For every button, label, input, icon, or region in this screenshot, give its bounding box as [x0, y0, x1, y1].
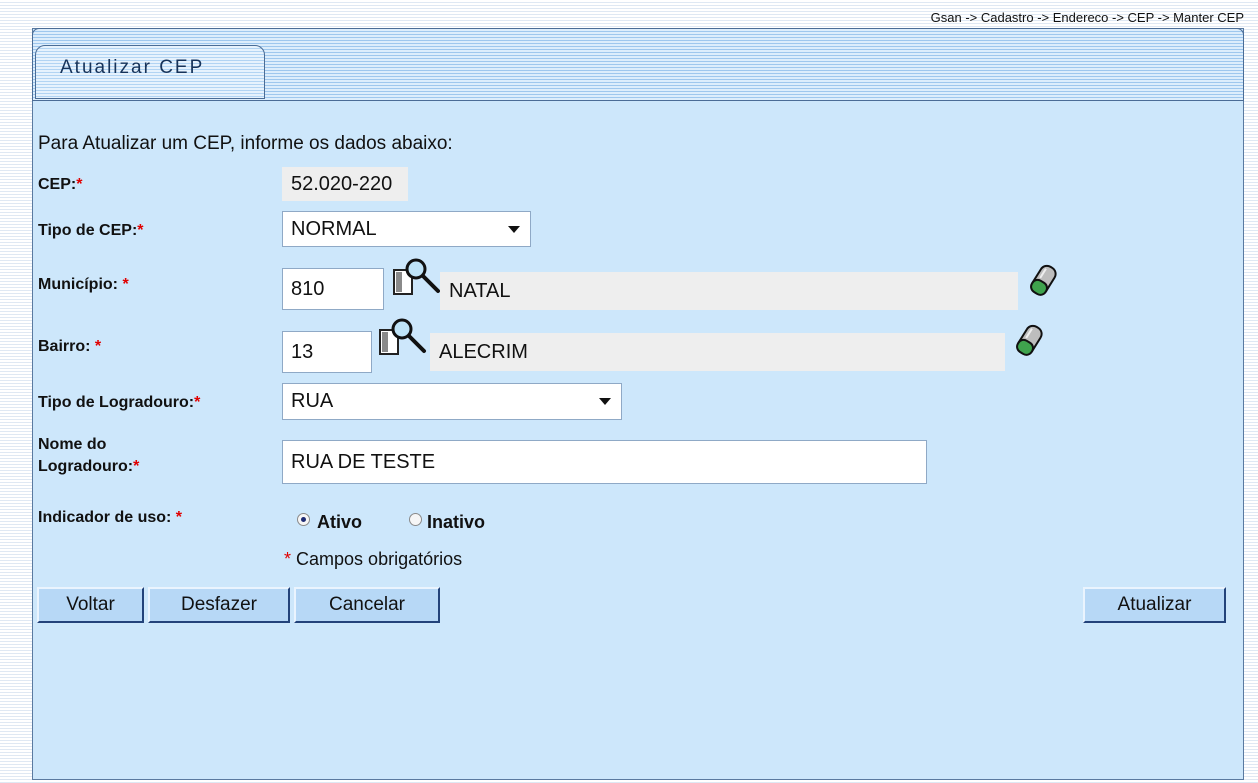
- breadcrumb: Gsan -> Cadastro -> Endereco -> CEP -> M…: [930, 10, 1244, 25]
- tipo-cep-select[interactable]: NORMAL: [282, 211, 531, 247]
- chevron-down-icon: [599, 398, 611, 405]
- nome-logradouro-input[interactable]: RUA DE TESTE: [282, 440, 927, 484]
- indicador-uso-label: Indicador de uso: *: [38, 509, 183, 526]
- chevron-down-icon: [508, 225, 520, 233]
- bairro-code-input[interactable]: 13: [282, 331, 372, 373]
- nome-logradouro-label: Nome do Logradouro:*: [38, 436, 140, 475]
- page-title: Atualizar CEP: [60, 57, 205, 78]
- tipo-cep-value: NORMAL: [291, 217, 377, 240]
- search-icon[interactable]: [378, 318, 428, 358]
- tipo-cep-label: Tipo de CEP:*: [38, 222, 144, 239]
- tipo-logradouro-value: RUA: [291, 390, 334, 412]
- bairro-name-field: ALECRIM: [430, 333, 1005, 371]
- search-icon[interactable]: [392, 258, 442, 298]
- municipio-code-input[interactable]: 810: [282, 268, 384, 310]
- desfazer-button[interactable]: Desfazer: [148, 587, 290, 623]
- municipio-label: Município: *: [38, 276, 129, 293]
- eraser-icon[interactable]: [1026, 262, 1060, 300]
- tipo-logradouro-select[interactable]: RUA: [282, 383, 622, 420]
- radio-inativo-label[interactable]: Inativo: [427, 512, 485, 533]
- municipio-name-field: NATAL: [440, 272, 1018, 310]
- cep-label: CEP:*: [38, 176, 83, 193]
- required-fields-note: * Campos obrigatórios: [284, 549, 463, 569]
- bairro-label: Bairro: *: [38, 338, 102, 355]
- radio-inativo[interactable]: [409, 513, 422, 526]
- radio-ativo[interactable]: [297, 513, 310, 526]
- tipo-logradouro-label: Tipo de Logradouro:*: [38, 394, 201, 411]
- eraser-icon[interactable]: [1012, 322, 1046, 360]
- instructions-text: Para Atualizar um CEP, informe os dados …: [38, 133, 453, 154]
- title-divider: [32, 100, 1244, 101]
- atualizar-button[interactable]: Atualizar: [1083, 587, 1226, 623]
- radio-ativo-label[interactable]: Ativo: [317, 512, 362, 533]
- cancelar-button[interactable]: Cancelar: [294, 587, 440, 623]
- cep-field: 52.020-220: [282, 167, 408, 201]
- voltar-button[interactable]: Voltar: [37, 587, 144, 623]
